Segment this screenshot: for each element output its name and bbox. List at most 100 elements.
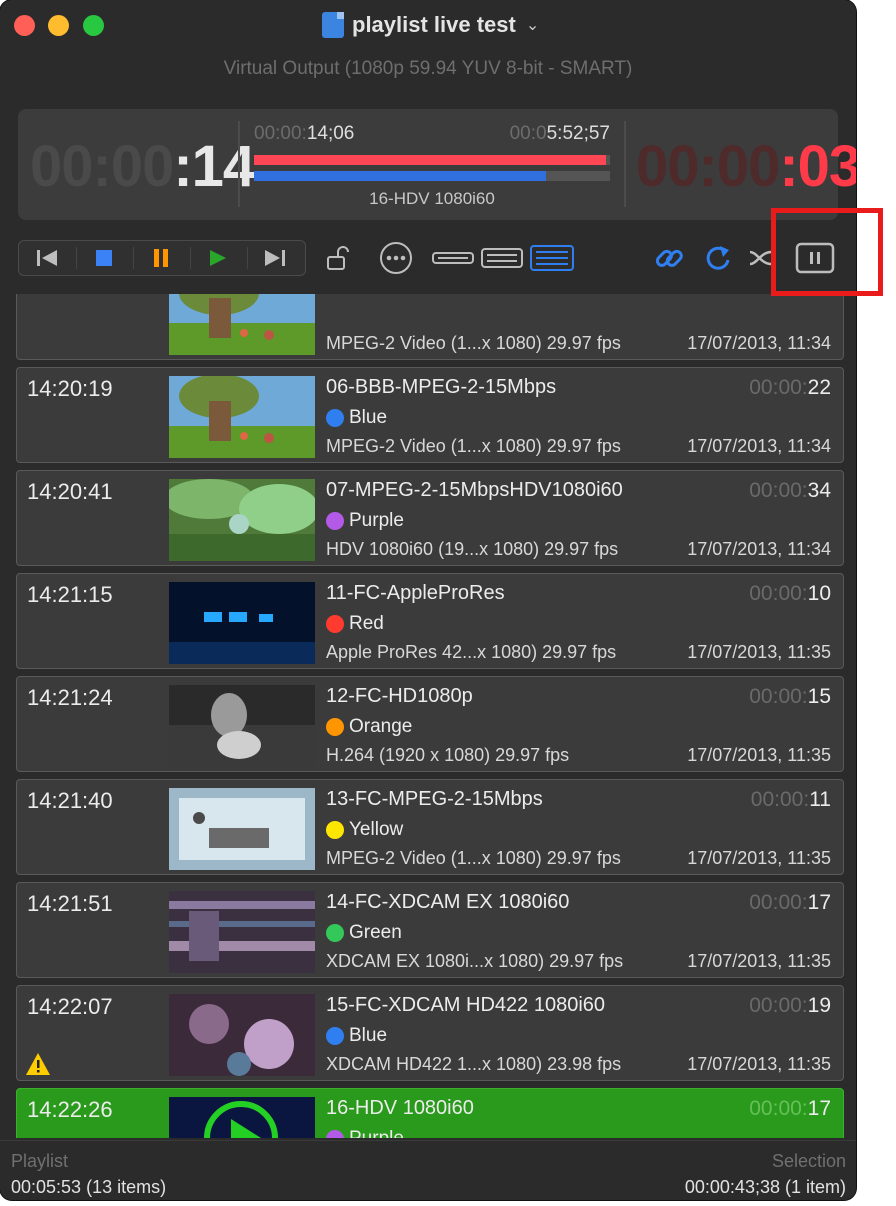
color-dot-icon xyxy=(326,718,344,736)
clip-date: 17/07/2013, 11:35 xyxy=(687,848,831,868)
clip-date: 17/07/2013, 11:34 xyxy=(687,333,831,353)
view-medium-button[interactable] xyxy=(480,244,524,272)
transport-panel: 00:00:14 00:00:14;06 00:05:52;57 16-HDV … xyxy=(18,109,856,220)
window-title-menu[interactable]: playlist live test ⌄ xyxy=(322,10,539,40)
clip-thumbnail xyxy=(169,788,315,870)
unlock-button[interactable] xyxy=(324,244,352,272)
unlock-icon xyxy=(327,246,349,270)
clip-thumbnail xyxy=(169,479,315,561)
view-large-button[interactable] xyxy=(529,242,575,274)
repeat-icon xyxy=(706,246,730,270)
clip-thumbnail xyxy=(169,1097,315,1138)
stop-button[interactable] xyxy=(76,241,132,275)
clip-name: 12-FC-HD1080p xyxy=(326,685,473,707)
close-window-button[interactable] xyxy=(14,15,35,36)
clip-date: 17/07/2013, 11:35 xyxy=(687,951,831,971)
chevron-down-icon: ⌄ xyxy=(525,17,540,34)
color-dot-icon xyxy=(326,1130,344,1138)
document-icon xyxy=(322,12,344,38)
playlist-label: Playlist xyxy=(11,1151,69,1171)
clip-name: 15-FC-XDCAM HD422 1080i60 xyxy=(326,994,606,1016)
clip-name: 16-HDV 1080i60 xyxy=(326,1097,474,1119)
playlist-row[interactable]: 14:21:24 12-FC-HD1080p 00:00:15 Orange H.264… xyxy=(16,676,844,772)
skip-forward-button[interactable] xyxy=(247,241,303,275)
playlist-row[interactable]: 14:21:51 14-FC-XDCAM EX 1080i60 00:00:17 Gr… xyxy=(16,882,844,978)
play-button[interactable] xyxy=(190,241,246,275)
clip-duration: 00:00:19 xyxy=(749,994,831,1017)
playlist-progress-fill xyxy=(254,171,546,181)
color-label: Red xyxy=(326,613,384,635)
clip-duration: 00:00:17 xyxy=(749,891,831,914)
clip-format: MPEG-2 Video (1...x 1080) 29.97 fps xyxy=(326,848,621,868)
skip-back-icon xyxy=(37,250,57,266)
warning-icon xyxy=(26,1053,50,1075)
panel-divider xyxy=(624,121,626,207)
clip-date: 17/07/2013, 11:34 xyxy=(687,436,831,456)
playlist-row[interactable]: MPEG-2 Video (1...x 1080) 29.97 fps 17/07… xyxy=(16,294,844,360)
clip-duration: 00:00:17 xyxy=(749,1097,831,1120)
playlist-row[interactable]: 14:22:07 15-FC-XDCAM HD422 1080i60 00:00:1… xyxy=(16,985,844,1081)
clip-progress-bar[interactable] xyxy=(254,155,610,165)
start-time: 14:21:15 xyxy=(27,582,113,607)
color-label: Blue xyxy=(326,1025,387,1047)
clip-duration: 00:00:10 xyxy=(749,582,831,605)
playlist-list[interactable]: MPEG-2 Video (1...x 1080) 29.97 fps 17/07… xyxy=(0,294,856,1138)
output-device-label: Virtual Output (1080p 59.94 YUV 8-bit - … xyxy=(223,58,633,79)
clip-thumbnail xyxy=(169,685,315,767)
start-time: 14:21:51 xyxy=(27,891,113,916)
color-dot-icon xyxy=(326,1027,344,1045)
selection-duration: 00:00:43;38 (1 item) xyxy=(684,1177,846,1197)
playlist-row[interactable]: 14:20:41 07-MPEG-2-15MbpsHDV1080i60 00:00:… xyxy=(16,470,844,566)
ellipsis-circle-icon xyxy=(380,242,412,274)
repeat-button[interactable] xyxy=(700,240,736,276)
transport-controls xyxy=(18,240,306,276)
pause-icon xyxy=(154,249,168,267)
clip-thumbnail xyxy=(169,891,315,973)
link-icon xyxy=(655,249,683,267)
color-dot-icon xyxy=(326,615,344,633)
color-label: Purple xyxy=(326,510,404,532)
clip-name: 13-FC-MPEG-2-15Mbps xyxy=(326,788,543,810)
start-time: 14:22:26 xyxy=(27,1097,113,1122)
elapsed-timecode: 00:00:14 xyxy=(30,134,255,199)
zoom-window-button[interactable] xyxy=(83,15,104,36)
selection-label: Selection xyxy=(771,1151,846,1171)
color-label: Orange xyxy=(326,716,412,738)
start-time: 14:20:41 xyxy=(27,479,113,504)
playlist-row[interactable]: 14:21:15 11-FC-AppleProRes 00:00:10 Red Appl… xyxy=(16,573,844,669)
playlist-row[interactable]: 14:21:40 13-FC-MPEG-2-15Mbps 00:00:11 Yello… xyxy=(16,779,844,875)
playlist-row[interactable]: 14:20:19 06-BBB-MPEG-2-15Mbps 00:00:22 Blue… xyxy=(16,367,844,463)
clip-format: Apple ProRes 42...x 1080) 29.97 fps xyxy=(326,642,617,662)
start-time: 14:22:07 xyxy=(27,994,113,1019)
start-time: 14:21:40 xyxy=(27,788,113,813)
row-small-icon xyxy=(432,252,474,264)
playlist-row-playing[interactable]: 14:22:2616-HDV 1080i6000:00:17PurpleHDV … xyxy=(16,1088,844,1138)
clip-thumbnail xyxy=(169,376,315,458)
clip-date: 17/07/2013, 11:35 xyxy=(687,745,831,765)
clip-name: 06-BBB-MPEG-2-15Mbps xyxy=(326,376,557,398)
color-dot-icon xyxy=(326,924,344,942)
status-footer: Playlist 00:05:53 (13 items) Selection 0… xyxy=(0,1140,856,1200)
clip-duration: 00:00:15 xyxy=(749,685,831,708)
row-large-icon xyxy=(530,245,574,271)
skip-back-button[interactable] xyxy=(19,241,75,275)
stop-icon xyxy=(96,250,112,266)
view-small-button[interactable] xyxy=(431,246,475,270)
start-time: 14:21:24 xyxy=(27,685,113,710)
clip-format: MPEG-2 Video (1...x 1080) 29.97 fps xyxy=(326,436,621,456)
clip-thumbnail xyxy=(169,582,315,664)
play-icon xyxy=(210,250,226,266)
clip-name: 14-FC-XDCAM EX 1080i60 xyxy=(326,891,570,913)
window-title: playlist live test xyxy=(352,12,516,37)
playlist-progress-bar[interactable] xyxy=(254,171,610,181)
panel-divider xyxy=(238,121,240,207)
color-label: Green xyxy=(326,922,402,944)
clip-format: HDV 1080i60 (19...x 1080) 29.97 fps xyxy=(326,539,619,559)
pause-button[interactable] xyxy=(133,241,189,275)
more-options-button[interactable] xyxy=(378,240,414,276)
minimize-window-button[interactable] xyxy=(48,15,69,36)
title-bar: playlist live test ⌄ xyxy=(0,0,856,50)
clip-progress-fill xyxy=(254,155,607,165)
clip-duration: 00:00:34 xyxy=(749,479,831,502)
link-button[interactable] xyxy=(651,240,687,276)
